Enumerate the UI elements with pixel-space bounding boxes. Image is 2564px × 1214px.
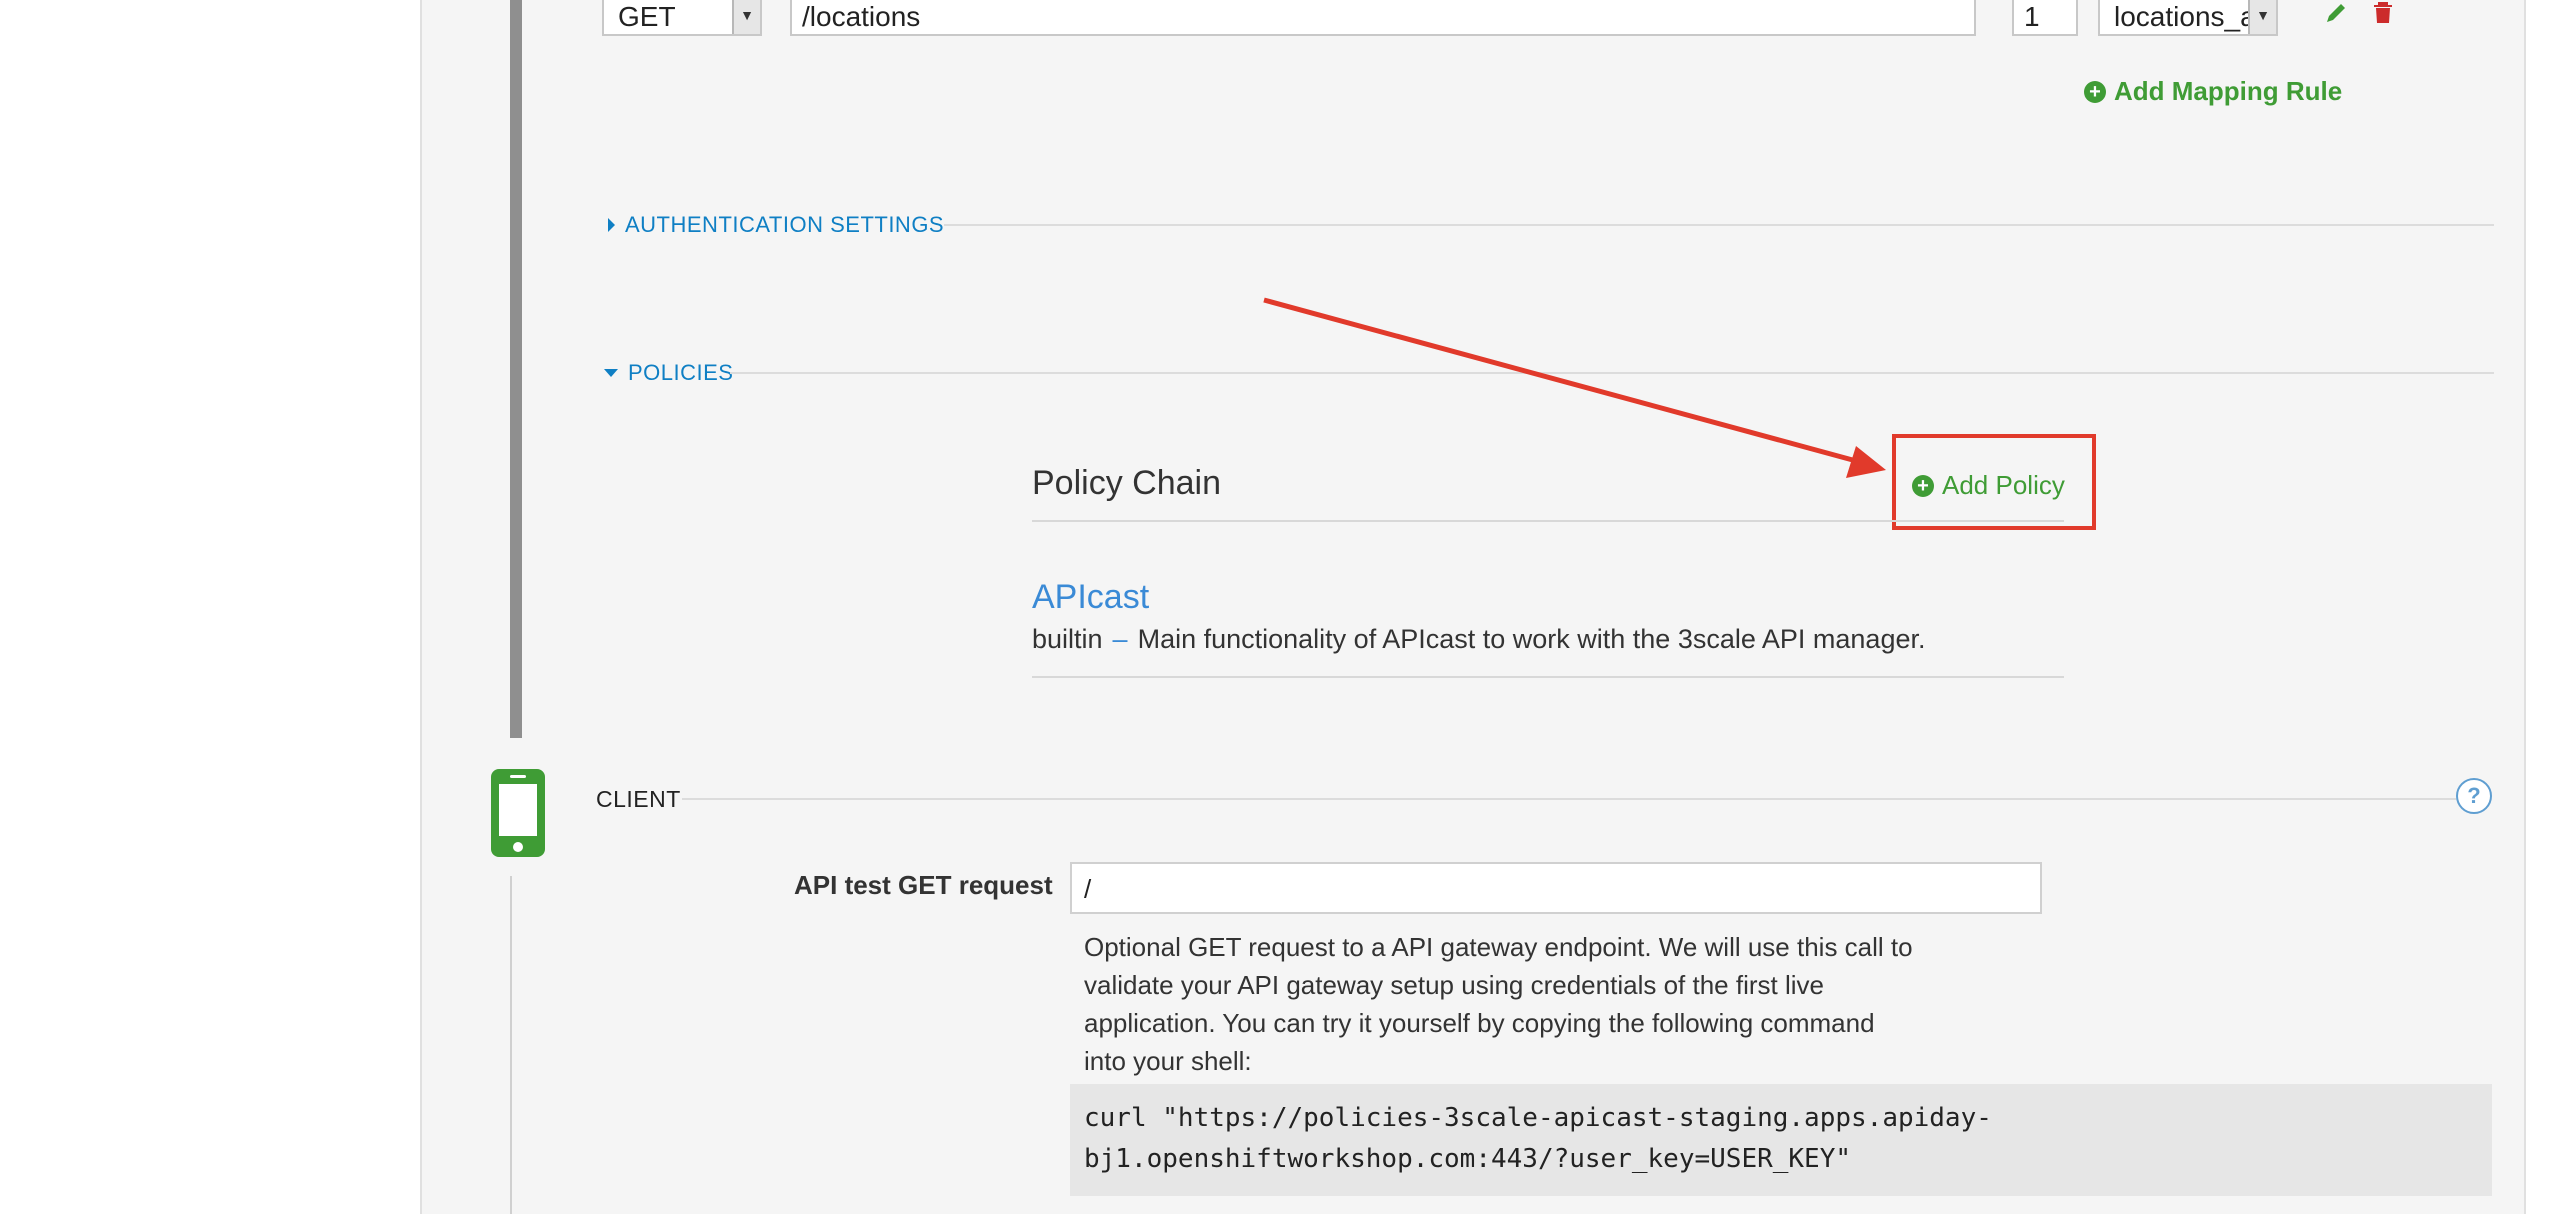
trash-icon[interactable] [2372,0,2394,32]
dropdown-arrow-icon: ▼ [2248,0,2276,34]
caret-down-icon [604,369,618,377]
policy-chain-title: Policy Chain [1032,464,1221,502]
add-mapping-rule-label: Add Mapping Rule [2114,76,2343,106]
pattern-value: /locations [802,1,921,32]
client-section-label: CLIENT [596,786,681,812]
curl-command-line: bj1.openshiftworkshop.com:443/?user_key=… [1084,1144,1852,1174]
pattern-input[interactable]: /locations [790,0,1976,36]
divider [1032,676,2064,678]
policy-description-text: Main functionality of APIcast to work wi… [1137,624,1926,654]
dropdown-arrow-icon: ▼ [732,0,760,34]
http-method-select[interactable]: GET ▼ [602,0,762,36]
policy-type: builtin [1032,624,1103,654]
mobile-phone-icon [490,768,546,858]
help-text-line: validate your API gateway setup using cr… [1084,970,1824,1000]
api-test-input[interactable]: / [1070,862,2042,914]
authentication-settings-toggle[interactable]: AUTHENTICATION SETTINGS [608,212,944,238]
api-test-help-text: Optional GET request to a API gateway en… [1084,928,2044,1080]
help-icon[interactable]: ? [2456,778,2492,814]
divider [682,798,2456,800]
api-test-label: API test GET request [794,870,1053,900]
plus-circle-icon: + [2084,80,2106,103]
divider [1032,520,2064,522]
policy-description: builtin – Main functionality of APIcast to… [1032,624,1925,655]
divider [944,224,2494,226]
http-method-value: GET [618,1,676,32]
policies-label: POLICIES [628,360,734,385]
curl-command: curl "https://policies-3scale-apicast-st… [1070,1084,2492,1196]
gateway-section-bar [510,0,522,738]
help-text-line: application. You can try it yourself by … [1084,1008,1875,1038]
edit-icon[interactable] [2324,0,2348,32]
delta-value: 1 [2024,1,2040,32]
annotation-highlight-box [1892,434,2096,530]
metric-select[interactable]: locations_a ▼ [2098,0,2278,36]
policy-separator: – [1112,624,1128,654]
divider [730,372,2494,374]
authentication-settings-label: AUTHENTICATION SETTINGS [625,212,945,237]
help-text-line: into your shell: [1084,1046,1252,1076]
metric-value: locations_a [2114,1,2256,32]
caret-right-icon [608,218,615,232]
curl-command-line: curl "https://policies-3scale-apicast-st… [1084,1103,1992,1133]
client-section-bar [510,876,512,1214]
help-text-line: Optional GET request to a API gateway en… [1084,932,1913,962]
policies-toggle[interactable]: POLICIES [604,360,733,386]
policy-name-apicast[interactable]: APIcast [1032,578,1149,617]
delta-input[interactable]: 1 [2012,0,2078,36]
add-mapping-rule-button[interactable]: + Add Mapping Rule [2084,76,2342,107]
